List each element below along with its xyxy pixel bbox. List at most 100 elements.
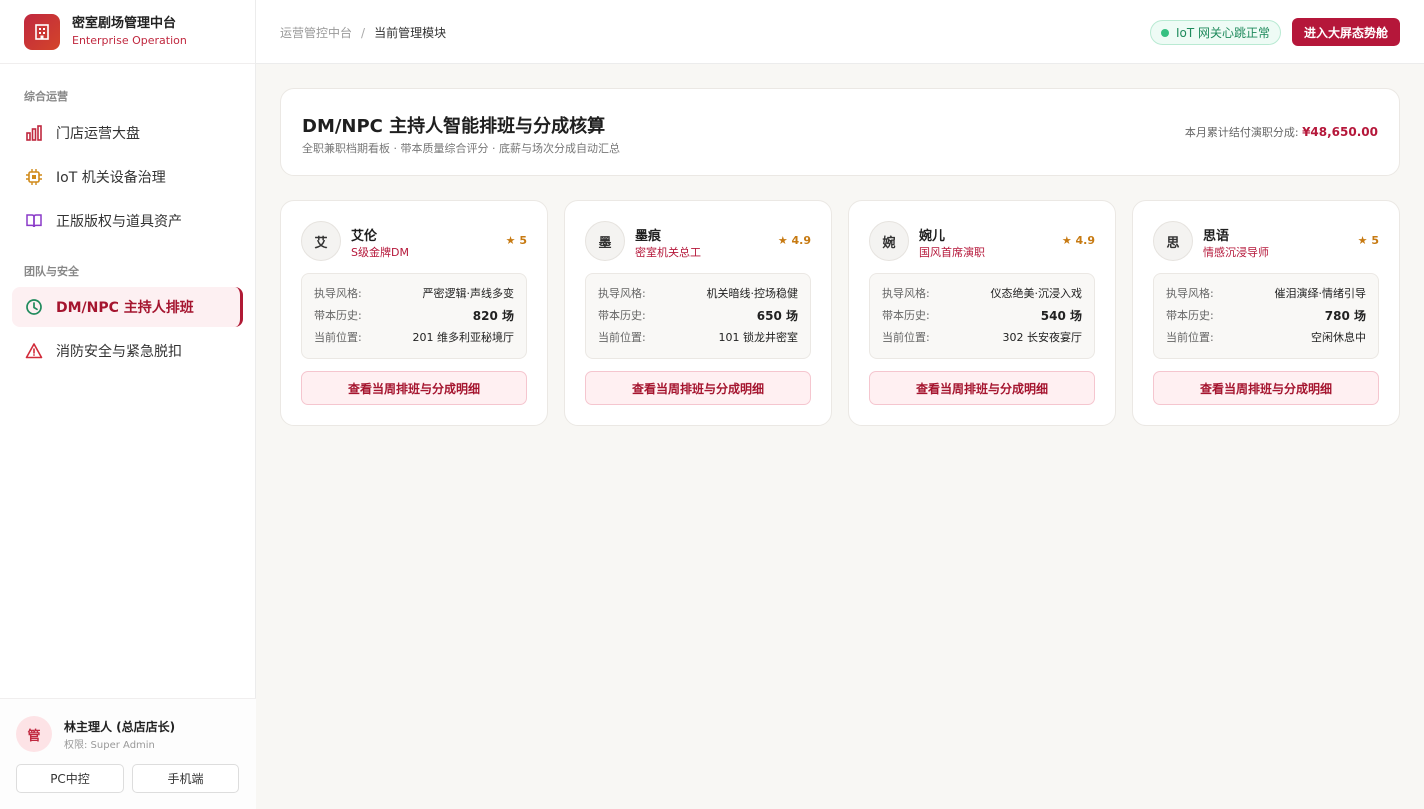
star-rating: ★ 5 bbox=[505, 234, 527, 247]
iot-status-text: IoT 网关心跳正常 bbox=[1176, 26, 1271, 40]
sidebar-item-label: IoT 机关设备治理 bbox=[56, 170, 166, 186]
clock-icon bbox=[24, 297, 44, 317]
warning-icon bbox=[24, 341, 44, 361]
breadcrumb: 运营管控中台 / 当前管理模块 bbox=[280, 24, 446, 41]
breadcrumb-root[interactable]: 运营管控中台 bbox=[280, 24, 352, 41]
info-value: 催泪演绎·情绪引导 bbox=[1274, 287, 1367, 300]
info-row-location: 当前位置: 空闲休息中 bbox=[1166, 329, 1366, 345]
breadcrumb-current: 当前管理模块 bbox=[374, 26, 447, 40]
info-label: 带本历史: bbox=[314, 309, 362, 322]
info-row-history: 带本历史: 650 场 bbox=[598, 307, 798, 323]
dm-avatar: 婉 bbox=[869, 221, 909, 261]
sidebar-item-fire-safety[interactable]: 消防安全与紧急脱扣 bbox=[12, 331, 243, 371]
info-label: 执导风格: bbox=[598, 287, 646, 300]
info-value: 201 维多利亚秘境厅 bbox=[412, 331, 515, 344]
info-label: 带本历史: bbox=[1166, 309, 1214, 322]
dm-info-box: 执导风格: 催泪演绎·情绪引导 带本历史: 780 场 当前位置: 空闲休息中 bbox=[1153, 273, 1379, 359]
info-value: 仪态绝美·沉浸入戏 bbox=[990, 287, 1083, 300]
info-label: 当前位置: bbox=[1166, 331, 1214, 344]
sidebar-item-label: DM/NPC 主持人排班 bbox=[56, 300, 194, 316]
info-row-style: 执导风格: 严密逻辑·声线多变 bbox=[314, 285, 514, 301]
info-label: 当前位置: bbox=[598, 331, 646, 344]
info-label: 带本历史: bbox=[882, 309, 930, 322]
star-rating: ★ 4.9 bbox=[1061, 234, 1095, 247]
dm-avatar: 墨 bbox=[585, 221, 625, 261]
nav-section-team-safety: 团队与安全 bbox=[24, 265, 79, 278]
info-label: 执导风格: bbox=[882, 287, 930, 300]
info-label: 当前位置: bbox=[314, 331, 362, 344]
view-schedule-button[interactable]: 查看当周排班与分成明细 bbox=[869, 371, 1095, 405]
settlement-label: 本月累计结付演职分成: bbox=[1184, 126, 1299, 139]
dm-name: 婉儿 bbox=[919, 229, 946, 244]
info-row-history: 带本历史: 820 场 bbox=[314, 307, 514, 323]
dm-title: 密室机关总工 bbox=[635, 246, 701, 259]
user-panel: 管 林主理人 (总店店长) 权限: Super Admin PC中控 手机端 bbox=[0, 698, 256, 809]
info-row-location: 当前位置: 201 维多利亚秘境厅 bbox=[314, 329, 514, 345]
user-role: 权限: Super Admin bbox=[64, 740, 155, 751]
dm-name: 思语 bbox=[1203, 229, 1230, 244]
info-row-location: 当前位置: 101 锁龙井密室 bbox=[598, 329, 798, 345]
dm-info-box: 执导风格: 机关暗线·控场稳健 带本历史: 650 场 当前位置: 101 锁龙… bbox=[585, 273, 811, 359]
info-label: 当前位置: bbox=[882, 331, 930, 344]
nav-section-operations: 综合运营 bbox=[24, 90, 68, 103]
bar-chart-icon bbox=[24, 123, 44, 143]
dm-title: 国风首席演职 bbox=[919, 246, 985, 259]
status-dot-icon bbox=[1161, 28, 1169, 37]
dm-avatar: 思 bbox=[1153, 221, 1193, 261]
info-row-history: 带本历史: 780 场 bbox=[1166, 307, 1366, 323]
dm-card: 婉 婉儿 国风首席演职 ★ 4.9 执导风格: 仪态绝美·沉浸入戏 带本历史: … bbox=[848, 200, 1116, 426]
info-value: 机关暗线·控场稳健 bbox=[706, 287, 799, 300]
monthly-settlement: 本月累计结付演职分成: ¥48,650.00 bbox=[1185, 124, 1378, 140]
page-header-panel: DM/NPC 主持人智能排班与分成核算 全职兼职档期看板 · 带本质量综合评分 … bbox=[280, 88, 1400, 176]
page-subtitle: 全职兼职档期看板 · 带本质量综合评分 · 底薪与场次分成自动汇总 bbox=[302, 142, 620, 155]
page-title: DM/NPC 主持人智能排班与分成核算 bbox=[302, 116, 606, 137]
view-schedule-button[interactable]: 查看当周排班与分成明细 bbox=[585, 371, 811, 405]
info-row-location: 当前位置: 302 长安夜宴厅 bbox=[882, 329, 1082, 345]
settlement-value: ¥48,650.00 bbox=[1302, 125, 1378, 139]
book-icon bbox=[24, 211, 44, 231]
info-row-history: 带本历史: 540 场 bbox=[882, 307, 1082, 323]
sidebar-item-label: 正版版权与道具资产 bbox=[56, 214, 182, 230]
dm-avatar: 艾 bbox=[301, 221, 341, 261]
pc-console-button[interactable]: PC中控 bbox=[16, 764, 124, 793]
dm-info-box: 执导风格: 严密逻辑·声线多变 带本历史: 820 场 当前位置: 201 维多… bbox=[301, 273, 527, 359]
info-label: 执导风格: bbox=[314, 287, 362, 300]
view-schedule-button[interactable]: 查看当周排班与分成明细 bbox=[1153, 371, 1379, 405]
chip-icon bbox=[24, 167, 44, 187]
view-schedule-button[interactable]: 查看当周排班与分成明细 bbox=[301, 371, 527, 405]
breadcrumb-separator: / bbox=[361, 25, 366, 40]
info-value: 空闲休息中 bbox=[1311, 331, 1366, 344]
info-value: 严密逻辑·声线多变 bbox=[422, 287, 515, 300]
info-value: 101 锁龙井密室 bbox=[718, 331, 799, 344]
sidebar-item-copyright-assets[interactable]: 正版版权与道具资产 bbox=[12, 201, 243, 241]
dm-info-box: 执导风格: 仪态绝美·沉浸入戏 带本历史: 540 场 当前位置: 302 长安… bbox=[869, 273, 1095, 359]
sidebar-item-dm-scheduling[interactable]: DM/NPC 主持人排班 bbox=[12, 287, 243, 327]
enter-bigscreen-button[interactable]: 进入大屏态势舱 bbox=[1292, 18, 1400, 46]
star-rating: ★ 4.9 bbox=[777, 234, 811, 247]
info-value: 780 场 bbox=[1324, 309, 1366, 323]
info-value: 820 场 bbox=[472, 309, 514, 323]
mobile-button[interactable]: 手机端 bbox=[132, 764, 239, 793]
info-value: 540 场 bbox=[1040, 309, 1082, 323]
info-value: 650 场 bbox=[756, 309, 798, 323]
sidebar: 密室剧场管理中台 Enterprise Operation 综合运营 门店运营大… bbox=[0, 0, 256, 809]
info-row-style: 执导风格: 仪态绝美·沉浸入戏 bbox=[882, 285, 1082, 301]
info-label: 执导风格: bbox=[1166, 287, 1214, 300]
dm-card: 思 思语 情感沉浸导师 ★ 5 执导风格: 催泪演绎·情绪引导 带本历史: 78… bbox=[1132, 200, 1400, 426]
dm-card: 艾 艾伦 S级金牌DM ★ 5 执导风格: 严密逻辑·声线多变 带本历史: 82… bbox=[280, 200, 548, 426]
sidebar-item-store-dashboard[interactable]: 门店运营大盘 bbox=[12, 113, 243, 153]
brand-title: 密室剧场管理中台 bbox=[72, 15, 177, 31]
dm-name: 艾伦 bbox=[351, 229, 378, 244]
sidebar-item-label: 门店运营大盘 bbox=[56, 126, 140, 142]
brand-subtitle: Enterprise Operation bbox=[72, 33, 187, 47]
avatar[interactable]: 管 bbox=[16, 716, 52, 752]
info-label: 带本历史: bbox=[598, 309, 646, 322]
user-name: 林主理人 (总店店长) bbox=[64, 720, 176, 734]
info-row-style: 执导风格: 催泪演绎·情绪引导 bbox=[1166, 285, 1366, 301]
info-row-style: 执导风格: 机关暗线·控场稳健 bbox=[598, 285, 798, 301]
dm-name: 墨痕 bbox=[635, 229, 662, 244]
sidebar-item-iot-devices[interactable]: IoT 机关设备治理 bbox=[12, 157, 243, 197]
iot-status-badge: IoT 网关心跳正常 bbox=[1150, 20, 1282, 45]
info-value: 302 长安夜宴厅 bbox=[1002, 331, 1083, 344]
dm-card: 墨 墨痕 密室机关总工 ★ 4.9 执导风格: 机关暗线·控场稳健 带本历史: … bbox=[564, 200, 832, 426]
